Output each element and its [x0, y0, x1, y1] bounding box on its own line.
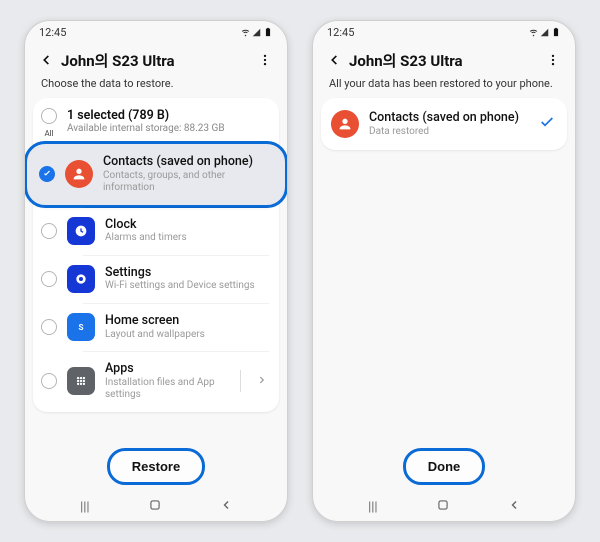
settings-icon	[67, 265, 95, 293]
result-subtitle: Data restored	[369, 126, 529, 139]
chevron-right-icon[interactable]	[255, 374, 269, 389]
chevron-left-icon	[327, 53, 341, 67]
check-icon	[42, 169, 52, 179]
checkbox-checked[interactable]	[39, 166, 55, 182]
header: John의 S23 Ultra	[313, 43, 575, 75]
result-title: Contacts (saved on phone)	[369, 110, 529, 126]
item-title: Apps	[105, 361, 226, 377]
page-title: John의 S23 Ultra	[349, 50, 543, 71]
nav-bar: |||	[25, 493, 287, 521]
item-subtitle: Layout and wallpapers	[105, 329, 269, 342]
nav-home-icon[interactable]	[148, 498, 162, 516]
status-bar: 12:45	[25, 21, 287, 43]
status-time: 12:45	[39, 26, 66, 39]
status-bar: 12:45	[313, 21, 575, 43]
radio-unchecked[interactable]	[41, 373, 57, 389]
result-card: Contacts (saved on phone) Data restored	[321, 98, 567, 150]
nav-back-icon[interactable]	[508, 499, 520, 515]
available-storage: Available internal storage: 88.23 GB	[67, 123, 225, 134]
status-icons	[241, 27, 273, 37]
chevron-left-icon	[39, 53, 53, 67]
restore-list-card: All 1 selected (789 B) Available interna…	[33, 98, 279, 412]
battery-icon	[551, 27, 561, 37]
header: John의 S23 Ultra	[25, 43, 287, 75]
more-button[interactable]	[255, 50, 275, 70]
wifi-icon	[529, 28, 538, 37]
restore-button[interactable]: Restore	[107, 448, 205, 485]
item-subtitle: Wi-Fi settings and Device settings	[105, 280, 269, 293]
divider	[240, 370, 241, 392]
list-item-settings[interactable]: Settings Wi-Fi settings and Device setti…	[33, 255, 279, 303]
item-subtitle: Contacts, groups, and other information	[103, 170, 271, 195]
radio-unchecked[interactable]	[41, 271, 57, 287]
clock-icon	[67, 217, 95, 245]
wifi-icon	[241, 28, 250, 37]
signal-icon	[252, 28, 261, 37]
item-subtitle: Alarms and timers	[105, 232, 269, 245]
nav-recent-icon[interactable]: |||	[368, 500, 378, 515]
nav-bar: |||	[313, 493, 575, 521]
radio-unchecked[interactable]	[41, 319, 57, 335]
selected-count: 1 selected (789 B)	[67, 108, 225, 123]
nav-recent-icon[interactable]: |||	[80, 500, 90, 515]
list-item-contacts[interactable]: Contacts (saved on phone) Contacts, grou…	[27, 144, 285, 205]
nav-back-icon[interactable]	[220, 499, 232, 515]
subheading: Choose the data to restore.	[25, 75, 287, 98]
status-icons	[529, 27, 561, 37]
select-all-radio[interactable]	[41, 108, 57, 124]
item-title: Contacts (saved on phone)	[103, 154, 271, 170]
select-all-label: All	[41, 129, 57, 138]
more-vert-icon	[546, 53, 560, 67]
item-title: Home screen	[105, 313, 269, 329]
svg-text:S: S	[78, 322, 83, 332]
more-vert-icon	[258, 53, 272, 67]
phone-right: 12:45 John의 S23 Ultra All your data has …	[312, 20, 576, 522]
more-button[interactable]	[543, 50, 563, 70]
home-screen-icon: S	[67, 313, 95, 341]
signal-icon	[540, 28, 549, 37]
back-button[interactable]	[35, 49, 57, 71]
page-title: John의 S23 Ultra	[61, 50, 255, 71]
contacts-icon	[65, 160, 93, 188]
status-time: 12:45	[327, 26, 354, 39]
apps-icon	[67, 367, 95, 395]
nav-home-icon[interactable]	[436, 498, 450, 516]
done-button[interactable]: Done	[403, 448, 486, 485]
summary-row[interactable]: All 1 selected (789 B) Available interna…	[33, 98, 279, 138]
list-item-home[interactable]: S Home screen Layout and wallpapers	[33, 303, 279, 351]
radio-unchecked[interactable]	[41, 223, 57, 239]
item-title: Clock	[105, 217, 269, 233]
contacts-icon	[331, 110, 359, 138]
list-item-clock[interactable]: Clock Alarms and timers	[33, 207, 279, 255]
item-title: Settings	[105, 265, 269, 281]
list-item-apps[interactable]: Apps Installation files and App settings	[33, 351, 279, 412]
subheading: All your data has been restored to your …	[313, 75, 575, 98]
success-check-icon	[539, 114, 557, 134]
back-button[interactable]	[323, 49, 345, 71]
phone-left: 12:45 John의 S23 Ultra Choose the data to…	[24, 20, 288, 522]
item-subtitle: Installation files and App settings	[105, 377, 226, 402]
battery-icon	[263, 27, 273, 37]
